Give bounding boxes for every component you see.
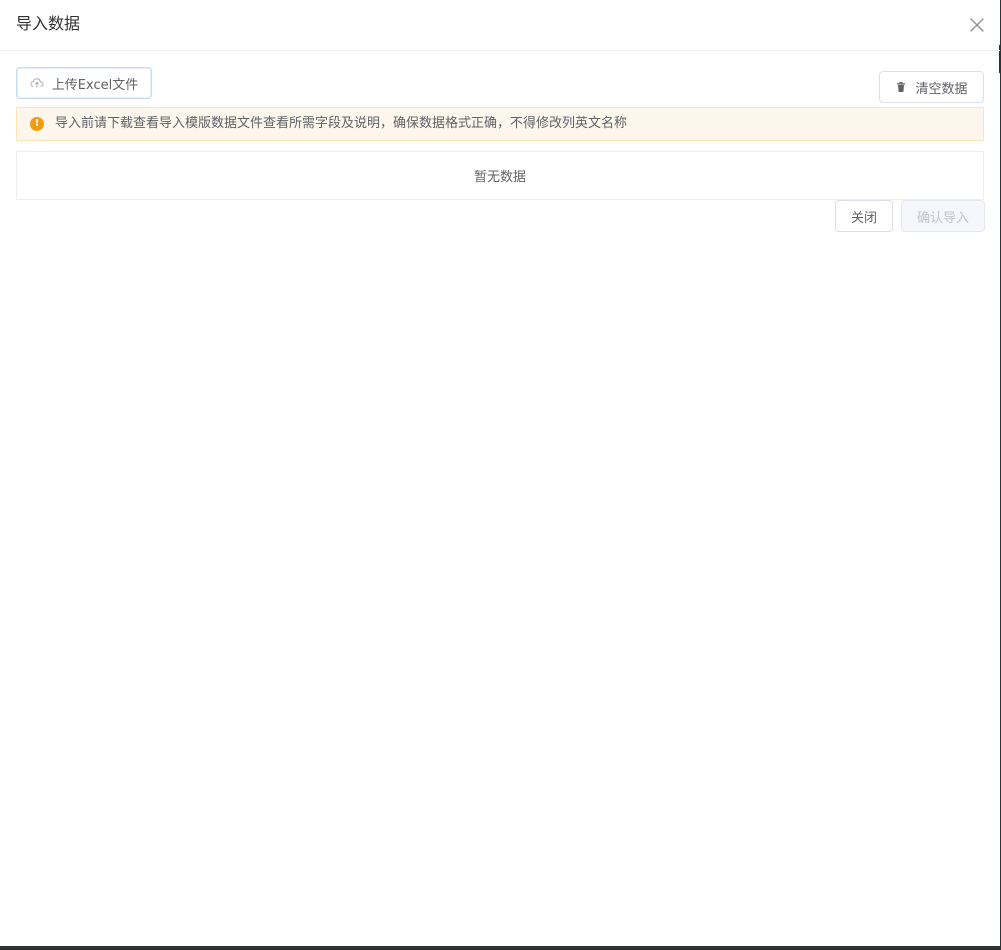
data-table: 暂无数据 — [16, 151, 984, 200]
clear-data-button[interactable]: 清空数据 — [879, 71, 984, 103]
upload-excel-label: 上传Excel文件 — [51, 77, 139, 93]
import-warning-alert: ! 导入前请下载查看导入模版数据文件查看所需字段及说明，确保数据格式正确，不得修… — [16, 107, 984, 141]
dialog-title: 导入数据 — [16, 14, 81, 33]
warning-icon: ! — [30, 117, 44, 131]
alert-message: 导入前请下载查看导入模版数据文件查看所需字段及说明，确保数据格式正确，不得修改列… — [55, 116, 628, 131]
close-icon[interactable] — [967, 15, 987, 35]
close-button[interactable]: 关闭 — [835, 200, 893, 232]
close-button-label: 关闭 — [850, 210, 877, 226]
confirm-import-label: 确认导入 — [916, 210, 969, 226]
import-data-dialog: 导入数据 上传Excel文件 清空数据 ! 导入前请下载查看导入模版数据文件查看… — [0, 0, 1001, 950]
dialog-header: 导入数据 — [0, 0, 1000, 51]
confirm-import-button[interactable]: 确认导入 — [901, 200, 985, 232]
upload-excel-button[interactable]: 上传Excel文件 — [16, 67, 152, 99]
cloud-upload-icon — [30, 76, 44, 90]
trash-icon — [895, 81, 907, 93]
empty-table-text: 暂无数据 — [473, 170, 526, 185]
clear-data-label: 清空数据 — [915, 81, 968, 97]
